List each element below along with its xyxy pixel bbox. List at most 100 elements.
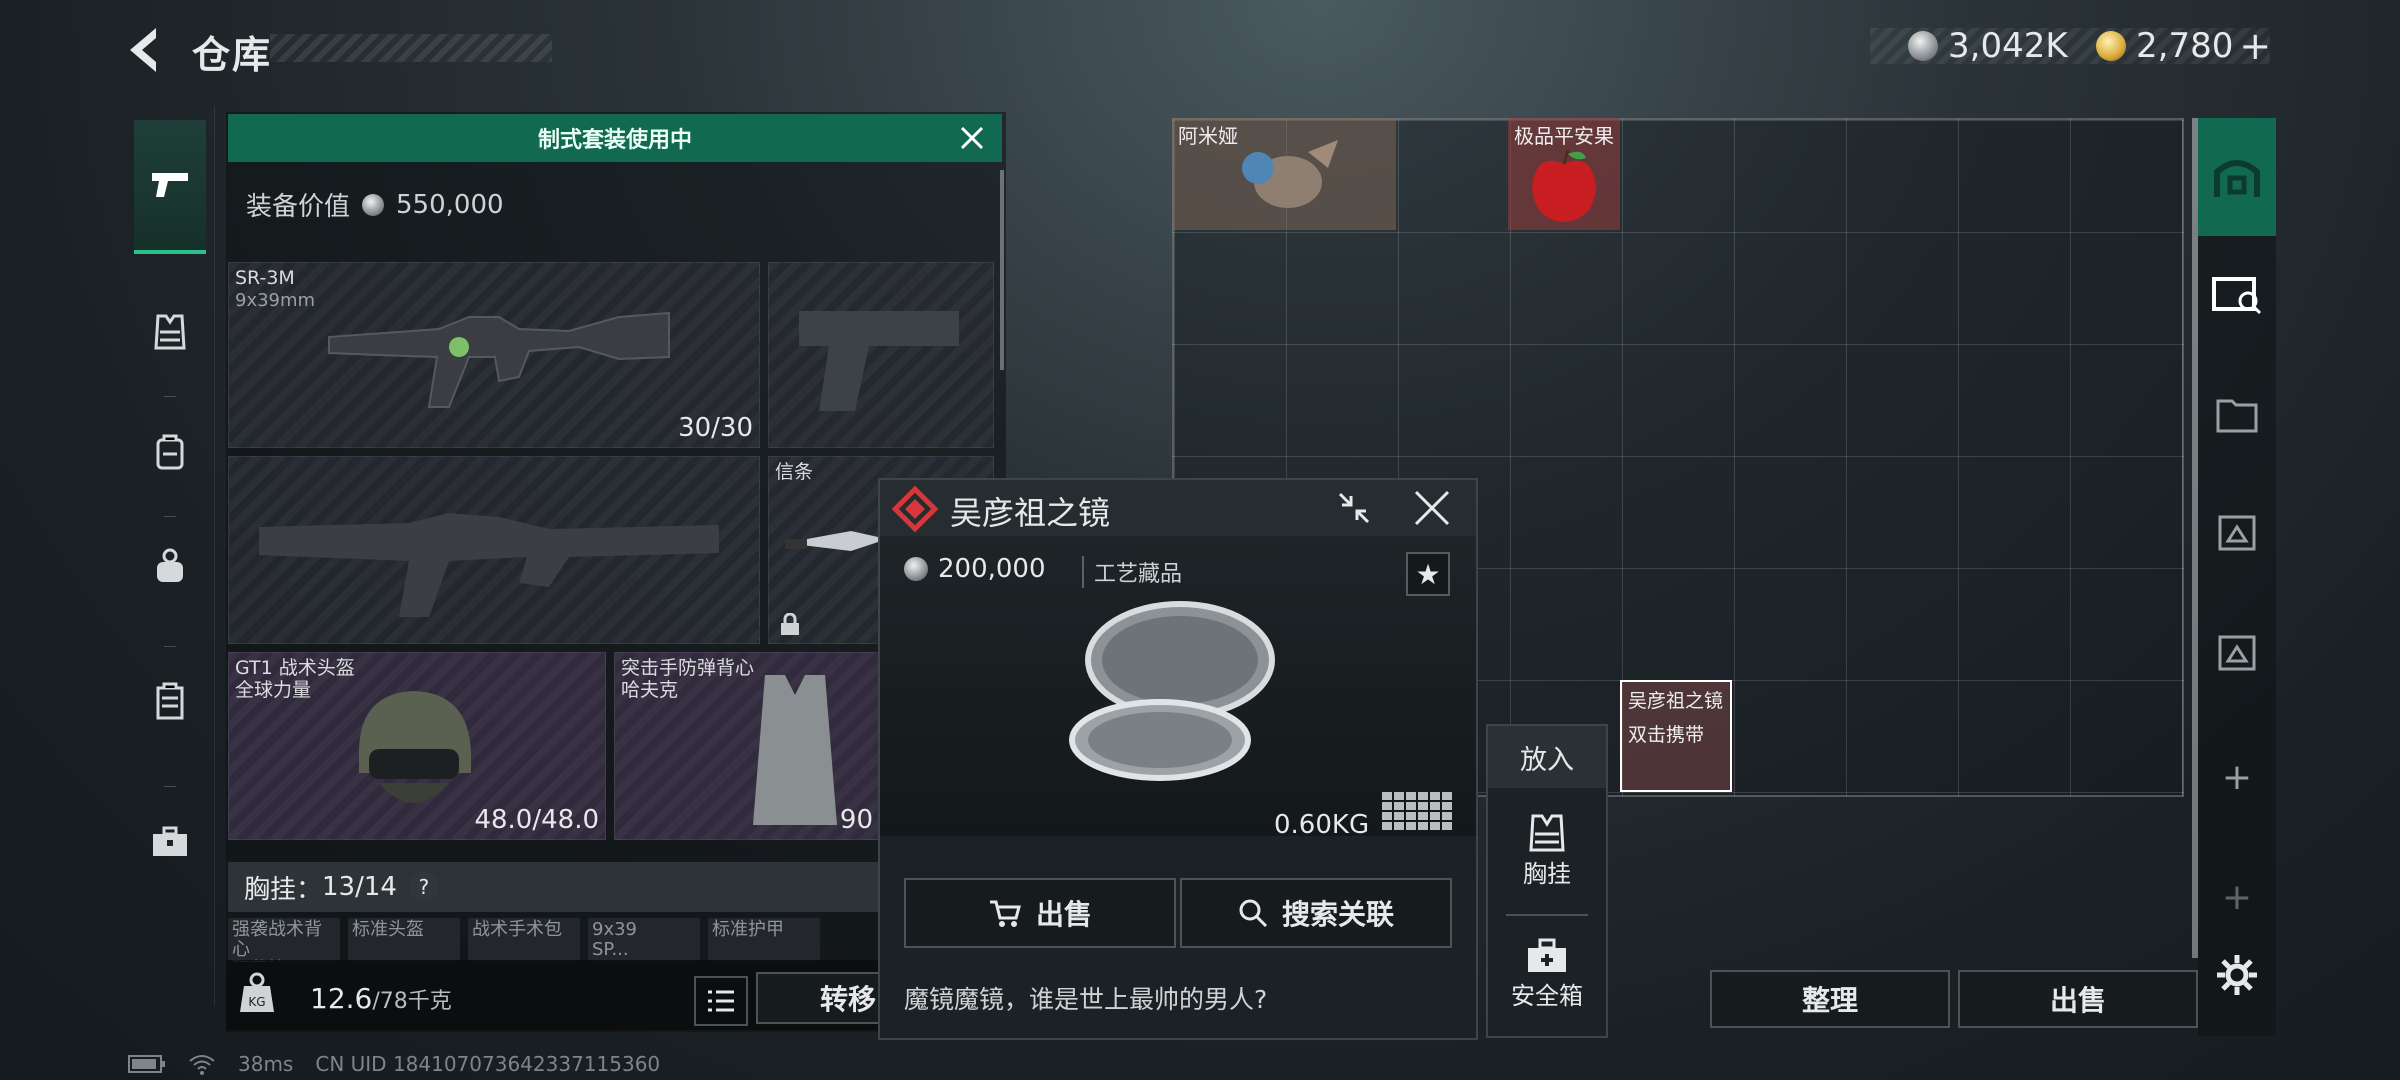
storage-item[interactable]: 阿米娅 xyxy=(1172,118,1396,230)
put-in-chest-rig-button[interactable]: 胸挂 xyxy=(1488,812,1606,889)
rarity-diamond-icon xyxy=(892,486,938,532)
quick-slots: 强袭战术背心 阿萨拉 标准头盔 战术手术包 9x39 SP... 标准护甲 xyxy=(228,918,908,962)
helmet-brand: 全球力量 xyxy=(235,679,312,701)
item-detail-popup: 吴彦祖之镜 200,000 工艺藏品 ★ 0.60KG 出售 搜索关联 魔镜魔镜… xyxy=(878,478,1478,1040)
weapon-caliber: 9x39mm xyxy=(235,290,316,311)
tab-storage-5[interactable] xyxy=(2198,614,2276,692)
status-bar: 38ms CN UID 184107073642337115360 xyxy=(128,1052,660,1076)
gold-coin-icon xyxy=(2096,31,2126,61)
silver-amount: 3,042K xyxy=(1948,26,2068,66)
popup-price-value: 200,000 xyxy=(938,554,1046,584)
silver-coin-icon xyxy=(904,557,928,581)
weight-max: /78千克 xyxy=(372,989,452,1014)
silver-coin-icon xyxy=(1908,31,1938,61)
storage-item[interactable]: 极品平安果 xyxy=(1508,118,1620,230)
pistol-silhouette-icon xyxy=(799,311,959,411)
plush-doll-icon xyxy=(1242,140,1338,208)
quick-slot[interactable]: 9x39 SP... xyxy=(588,918,700,962)
list-icon xyxy=(708,990,734,1012)
rifle-icon xyxy=(328,311,670,408)
armor-slot[interactable]: 突击手防弹背心 哈夫克 90 xyxy=(614,652,880,840)
tab-storage-4[interactable] xyxy=(2198,494,2276,572)
armor-name: 突击手防弹背心 xyxy=(621,657,755,679)
add-gold-button[interactable]: + xyxy=(2239,24,2271,68)
page-title: 仓库 xyxy=(192,33,273,77)
backpack-icon xyxy=(156,434,184,470)
popup-item-name: 吴彦祖之镜 xyxy=(950,494,1111,532)
rifle-silhouette-icon xyxy=(259,513,719,617)
quick-slot[interactable]: 标准护甲 xyxy=(708,918,820,962)
chest-rig-icon xyxy=(154,314,186,350)
tab-warehouse-main[interactable] xyxy=(2198,118,2276,236)
list-view-button[interactable] xyxy=(694,976,748,1026)
put-in-title: 放入 xyxy=(1488,726,1606,788)
tab-pack[interactable] xyxy=(134,530,206,602)
battery-icon xyxy=(128,1055,165,1073)
title-decoration xyxy=(270,34,552,62)
help-icon[interactable]: ? xyxy=(408,872,439,902)
tab-storage-2[interactable] xyxy=(2198,254,2276,332)
quick-slot[interactable]: 标准头盔 xyxy=(348,918,460,962)
settings-icon[interactable] xyxy=(2198,936,2276,1014)
tab-safe-box[interactable] xyxy=(134,806,206,878)
equipment-value-amount: 550,000 xyxy=(396,189,504,220)
popup-sell-button[interactable]: 出售 xyxy=(904,878,1176,948)
helmet-durability: 48.0/48.0 xyxy=(474,805,599,835)
quick-slot[interactable]: 战术手术包 xyxy=(468,918,580,962)
weapon-ammo: 30/30 xyxy=(678,413,753,443)
equipment-value-label: 装备价值 xyxy=(246,192,351,222)
sell-cart-icon xyxy=(989,900,1021,927)
weight-value: 12.6 xyxy=(310,982,373,1015)
put-in-divider xyxy=(1506,914,1588,916)
storage-sell-button[interactable]: 出售 xyxy=(1958,970,2198,1028)
uid: CN UID 184107073642337115360 xyxy=(315,1052,661,1076)
helmet-icon xyxy=(359,691,471,803)
helmet-name: GT1 战术头盔 xyxy=(235,657,355,679)
loadout-scrollbar[interactable] xyxy=(1000,170,1004,370)
armor-brand: 哈夫克 xyxy=(621,679,679,701)
safe-box-icon xyxy=(1528,938,1566,972)
put-in-safe-box-button[interactable]: 安全箱 xyxy=(1488,936,1606,1011)
popup-search-related-button[interactable]: 搜索关联 xyxy=(1180,878,1452,948)
armor-durability: 90 xyxy=(839,805,873,835)
collapse-icon[interactable] xyxy=(1334,488,1374,528)
chest-rig-count: 13/14 xyxy=(322,872,397,902)
double-tap-hint: 双击携带 xyxy=(1628,724,1705,746)
favorite-star-icon[interactable]: ★ xyxy=(1406,552,1450,596)
storage-item-selected[interactable]: 吴彦祖之镜 双击携带 xyxy=(1620,680,1732,792)
left-category-nav xyxy=(122,106,215,1006)
popup-price: 200,000 xyxy=(904,554,1046,584)
tab-storage-3[interactable] xyxy=(2198,374,2276,452)
silver-currency: 3,042K xyxy=(1908,26,2068,66)
tab-container[interactable] xyxy=(134,666,206,738)
lock-icon xyxy=(781,613,799,635)
close-banner-icon[interactable] xyxy=(956,122,988,154)
apple-icon xyxy=(1532,149,1596,222)
weight-icon: KG xyxy=(236,970,278,1016)
primary-weapon-slot[interactable]: SR-3M 9x39mm 30/30 xyxy=(228,262,760,448)
item-size-grid-icon xyxy=(1382,792,1452,830)
pistol-slot[interactable] xyxy=(768,262,994,448)
close-popup-icon[interactable] xyxy=(1410,486,1454,530)
back-arrow-icon[interactable] xyxy=(120,22,168,78)
gold-currency: 2,780 + xyxy=(2096,24,2271,68)
tab-backpack[interactable] xyxy=(134,416,206,488)
carry-weight: 12.6/78千克 xyxy=(310,982,452,1015)
transfer-button[interactable]: 转移 xyxy=(756,972,886,1024)
organize-button[interactable]: 整理 xyxy=(1710,970,1950,1028)
pistol-icon xyxy=(152,173,188,197)
tab-chest-rig[interactable] xyxy=(134,296,206,368)
tab-weapons[interactable] xyxy=(134,120,206,254)
storage-tabs: + + xyxy=(2198,118,2276,1036)
helmet-slot[interactable]: GT1 战术头盔 全球力量 48.0/48.0 xyxy=(228,652,606,840)
weapon-name: SR-3M xyxy=(235,267,295,289)
bag-icon xyxy=(157,548,183,582)
popup-category: 工艺藏品 xyxy=(1082,556,1182,588)
silver-coin-icon xyxy=(362,193,385,216)
banner-text: 制式套装使用中 xyxy=(537,128,692,153)
warehouse-icon xyxy=(2214,160,2260,197)
secondary-weapon-slot[interactable] xyxy=(228,456,760,644)
chest-rig-bar[interactable]: 胸挂： 13/14 ? xyxy=(228,862,908,912)
add-storage-tab-button[interactable]: + xyxy=(2198,738,2276,816)
quick-slot[interactable]: 强袭战术背心 阿萨拉 xyxy=(228,918,340,962)
